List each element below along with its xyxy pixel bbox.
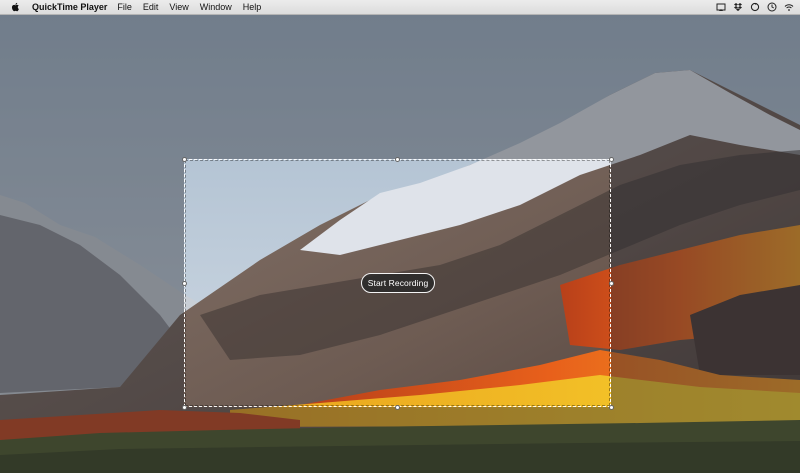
resize-handle-bottom-right[interactable] xyxy=(608,404,614,410)
menu-app-name[interactable]: QuickTime Player xyxy=(32,2,107,12)
dim-overlay-top xyxy=(0,15,800,159)
dim-overlay-bottom xyxy=(0,407,800,473)
resize-handle-top-right[interactable] xyxy=(608,156,614,162)
wifi-icon[interactable] xyxy=(784,2,794,12)
cast-icon[interactable] xyxy=(716,2,726,12)
menu-bar: QuickTime Player File Edit View Window H… xyxy=(0,0,800,15)
menu-edit[interactable]: Edit xyxy=(143,2,159,12)
resize-handle-right[interactable] xyxy=(608,280,614,286)
resize-handle-bottom-left[interactable] xyxy=(181,404,187,410)
status-area xyxy=(716,2,794,12)
resize-handle-top[interactable] xyxy=(395,156,400,162)
start-recording-button[interactable]: Start Recording xyxy=(361,273,435,293)
dropbox-icon[interactable] xyxy=(733,2,743,12)
menu-window[interactable]: Window xyxy=(200,2,232,12)
clock-icon[interactable] xyxy=(767,2,777,12)
apple-menu-icon[interactable] xyxy=(11,2,20,12)
menu-help[interactable]: Help xyxy=(243,2,262,12)
dim-overlay-left xyxy=(0,159,184,407)
resize-handle-bottom[interactable] xyxy=(395,404,400,410)
resize-handle-top-left[interactable] xyxy=(181,156,187,162)
dim-overlay-right xyxy=(611,159,800,407)
menu-view[interactable]: View xyxy=(169,2,188,12)
sync-icon[interactable] xyxy=(750,2,760,12)
resize-handle-left[interactable] xyxy=(181,280,187,286)
menu-file[interactable]: File xyxy=(117,2,132,12)
